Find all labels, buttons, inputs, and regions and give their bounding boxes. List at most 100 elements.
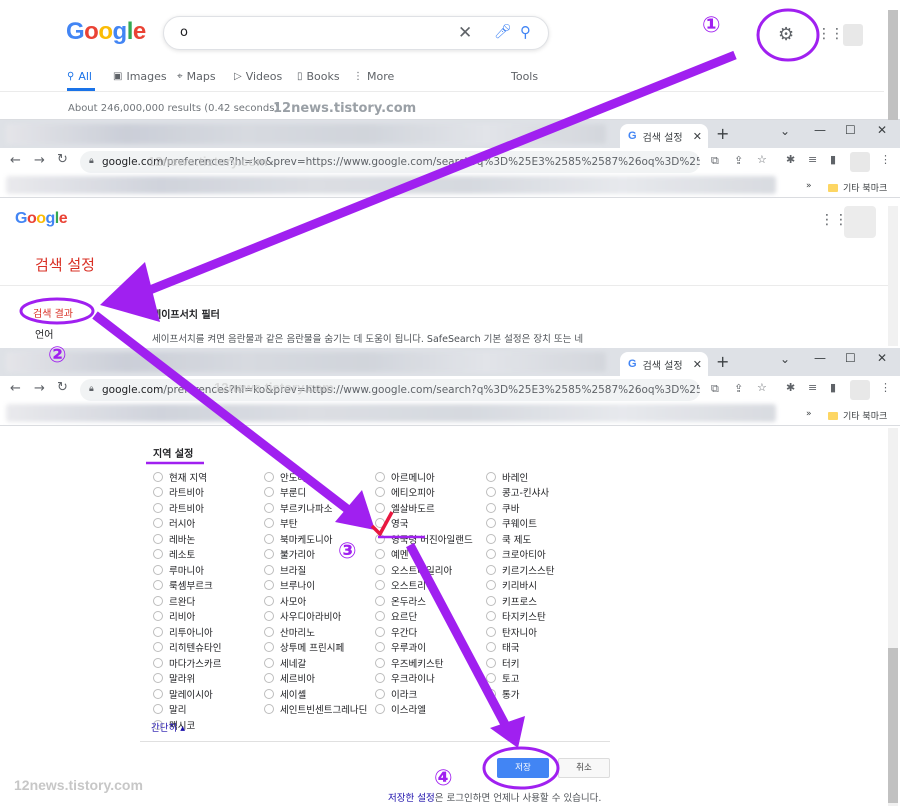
radio-button[interactable] bbox=[264, 688, 274, 699]
gear-icon[interactable]: ⚙ bbox=[778, 24, 794, 45]
sidebar-item-search-results[interactable]: 검색 결과 bbox=[33, 305, 73, 320]
back-icon[interactable]: ← bbox=[10, 381, 21, 396]
radio-button[interactable] bbox=[486, 580, 496, 591]
scrollbar[interactable] bbox=[888, 648, 898, 803]
region-option[interactable]: 사우디아라비아 bbox=[264, 609, 367, 625]
region-option[interactable]: 브루나이 bbox=[264, 578, 367, 594]
region-option[interactable]: 리히텐슈타인 bbox=[153, 640, 221, 656]
new-tab-icon[interactable]: + bbox=[716, 352, 729, 371]
forward-icon[interactable]: → bbox=[34, 381, 45, 396]
radio-button[interactable] bbox=[153, 580, 163, 591]
radio-button[interactable] bbox=[375, 518, 385, 529]
region-option[interactable]: 크로아티아 bbox=[486, 547, 554, 563]
region-option[interactable]: 아르메니아 bbox=[375, 469, 473, 485]
region-option[interactable]: 요르단 bbox=[375, 609, 473, 625]
close-window-icon[interactable]: ✕ bbox=[877, 123, 887, 137]
apps-grid-icon[interactable]: ⋮⋮ bbox=[817, 26, 844, 42]
region-option[interactable]: 북마케도니아 bbox=[264, 531, 367, 547]
region-option[interactable]: 세네갈 bbox=[264, 655, 367, 671]
region-option[interactable]: 라트비아 bbox=[153, 485, 221, 501]
region-option[interactable]: 바레인 bbox=[486, 469, 554, 485]
back-icon[interactable]: ← bbox=[10, 153, 21, 168]
radio-button[interactable] bbox=[486, 595, 496, 606]
tab-videos[interactable]: ▷ Videos bbox=[234, 70, 282, 83]
radio-button[interactable] bbox=[153, 533, 163, 544]
radio-button[interactable] bbox=[486, 642, 496, 653]
radio-button[interactable] bbox=[153, 642, 163, 653]
region-option[interactable]: 이라크 bbox=[375, 686, 473, 702]
region-option[interactable]: 세인트빈센트그레나딘 bbox=[264, 702, 367, 718]
region-option[interactable]: 부룬디 bbox=[264, 485, 367, 501]
clear-icon[interactable]: ✕ bbox=[458, 23, 472, 43]
region-option[interactable]: 라트비아 bbox=[153, 500, 221, 516]
radio-button[interactable] bbox=[375, 580, 385, 591]
new-tab-icon[interactable]: + bbox=[716, 124, 729, 143]
tab-maps[interactable]: ⌖ Maps bbox=[177, 70, 216, 83]
radio-button[interactable] bbox=[153, 518, 163, 529]
cancel-button[interactable]: 취소 bbox=[558, 758, 610, 778]
region-option[interactable]: 브라질 bbox=[264, 562, 367, 578]
radio-button[interactable] bbox=[264, 673, 274, 684]
translate-icon[interactable]: ⧉ bbox=[711, 382, 719, 396]
maximize-icon[interactable]: ☐ bbox=[845, 123, 856, 137]
radio-button[interactable] bbox=[264, 642, 274, 653]
radio-button[interactable] bbox=[375, 642, 385, 653]
radio-button[interactable] bbox=[375, 673, 385, 684]
region-option[interactable]: 우크라이나 bbox=[375, 671, 473, 687]
star-icon[interactable]: ☆ bbox=[757, 153, 767, 166]
sidepanel-icon[interactable]: ▮ bbox=[830, 153, 836, 166]
region-option[interactable]: 우즈베키스탄 bbox=[375, 655, 473, 671]
region-option[interactable]: 콩고-킨샤사 bbox=[486, 485, 554, 501]
other-bookmarks[interactable]: 기타 북마크 bbox=[828, 409, 887, 422]
region-option[interactable]: 태국 bbox=[486, 640, 554, 656]
share-icon[interactable]: ⇪ bbox=[734, 154, 743, 167]
radio-button[interactable] bbox=[264, 704, 274, 715]
profile-avatar[interactable] bbox=[850, 380, 870, 400]
radio-button[interactable] bbox=[375, 595, 385, 606]
region-option[interactable]: 오스트리아 bbox=[375, 578, 473, 594]
save-button[interactable]: 저장 bbox=[497, 758, 549, 778]
radio-button[interactable] bbox=[153, 471, 163, 482]
maximize-icon[interactable]: ☐ bbox=[845, 351, 856, 365]
tab-images[interactable]: ▣ Images bbox=[113, 70, 167, 83]
bookmarks-more[interactable]: » bbox=[806, 409, 812, 419]
media-icon[interactable]: ≡ bbox=[808, 153, 817, 166]
region-option[interactable]: 타지키스탄 bbox=[486, 609, 554, 625]
star-icon[interactable]: ☆ bbox=[757, 381, 767, 394]
saved-settings-link[interactable]: 저장한 설정 bbox=[388, 793, 435, 804]
radio-button[interactable] bbox=[486, 549, 496, 560]
url-input[interactable]: google.com/preferences?hl=ko&prev=https:… bbox=[80, 151, 700, 173]
region-option[interactable]: 레바논 bbox=[153, 531, 221, 547]
region-option[interactable]: 현재 지역 bbox=[153, 469, 221, 485]
translate-icon[interactable]: ⧉ bbox=[711, 154, 719, 168]
scrollbar[interactable] bbox=[888, 10, 898, 120]
region-option[interactable]: 리투아니아 bbox=[153, 624, 221, 640]
share-icon[interactable]: ⇪ bbox=[734, 382, 743, 395]
radio-button[interactable] bbox=[153, 549, 163, 560]
radio-button[interactable] bbox=[264, 502, 274, 513]
radio-button[interactable] bbox=[486, 471, 496, 482]
radio-button[interactable] bbox=[375, 502, 385, 513]
avatar[interactable] bbox=[843, 24, 863, 46]
chevron-down-icon[interactable]: ⌄ bbox=[780, 352, 790, 366]
radio-button[interactable] bbox=[264, 549, 274, 560]
radio-button[interactable] bbox=[153, 704, 163, 715]
region-option[interactable]: 사모아 bbox=[264, 593, 367, 609]
region-option[interactable]: 레소토 bbox=[153, 547, 221, 563]
radio-button[interactable] bbox=[264, 595, 274, 606]
region-option[interactable]: 상투메 프린시페 bbox=[264, 640, 367, 656]
region-option[interactable]: 말라위 bbox=[153, 671, 221, 687]
media-icon[interactable]: ≡ bbox=[808, 381, 817, 394]
google-logo[interactable]: Google bbox=[66, 18, 146, 46]
region-option[interactable]: 르완다 bbox=[153, 593, 221, 609]
close-window-icon[interactable]: ✕ bbox=[877, 351, 887, 365]
close-tab-icon[interactable]: ✕ bbox=[693, 358, 702, 371]
tab-all[interactable]: ⚲ All bbox=[67, 70, 92, 83]
tab-books[interactable]: ▯ Books bbox=[297, 70, 340, 83]
region-option[interactable]: 토고 bbox=[486, 671, 554, 687]
other-bookmarks[interactable]: 기타 북마크 bbox=[828, 181, 887, 194]
radio-button[interactable] bbox=[486, 533, 496, 544]
extensions-icon[interactable]: ✱ bbox=[786, 153, 795, 166]
radio-button[interactable] bbox=[153, 626, 163, 637]
menu-dots-icon[interactable]: ⋮ bbox=[880, 153, 891, 166]
